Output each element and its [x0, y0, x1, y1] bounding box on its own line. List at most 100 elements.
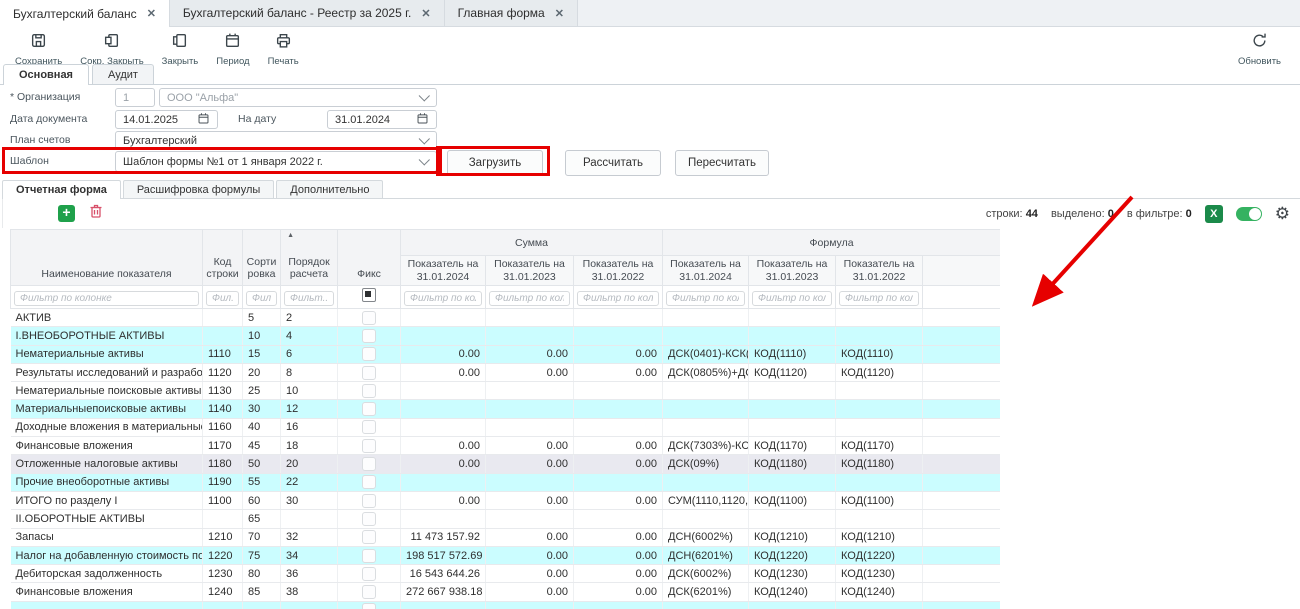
filter-input-code[interactable]	[206, 291, 239, 306]
cell-order: 18	[281, 437, 338, 455]
column-header-sum-2022[interactable]: Показатель на31.01.2022	[574, 256, 663, 286]
column-header-name[interactable]: Наименование показателя	[11, 230, 203, 286]
column-header-sum-2023[interactable]: Показатель на31.01.2023	[486, 256, 574, 286]
filter-input-sum-2022[interactable]	[577, 291, 659, 306]
filter-input-order[interactable]	[284, 291, 334, 306]
table-row[interactable]: Нематериальные активы 1110 15 6 0.00 0.0…	[11, 345, 1001, 363]
template-value: Шаблон формы №1 от 1 января 2022 г.	[123, 156, 323, 168]
row-fix-checkbox[interactable]	[362, 512, 376, 526]
calendar-icon[interactable]	[416, 112, 429, 128]
filter-input-formula-2023[interactable]	[752, 291, 832, 306]
column-header-code[interactable]: Код строки	[203, 230, 243, 286]
column-header-formula-2022[interactable]: Показатель на31.01.2022	[836, 256, 923, 286]
table-row[interactable]: Материальныепоисковые активы 1140 30 12	[11, 400, 1001, 418]
cell-sort: 60	[243, 491, 281, 509]
row-fix-checkbox[interactable]	[362, 494, 376, 508]
tab-formula-details[interactable]: Расшифровка формулы	[123, 180, 274, 198]
table-row[interactable]: Результаты исследований и разработок 112…	[11, 363, 1001, 381]
row-fix-checkbox[interactable]	[362, 329, 376, 343]
table-row[interactable]: II.ОБОРОТНЫЕ АКТИВЫ 65	[11, 510, 1001, 528]
chart-of-accounts-select[interactable]: Бухгалтерский	[115, 131, 437, 150]
add-row-button[interactable]: +	[58, 205, 75, 222]
table-row[interactable]	[11, 601, 1001, 609]
cell-sum-2023	[486, 601, 574, 609]
tab-close-icon[interactable]: ✕	[555, 7, 564, 20]
gear-icon[interactable]: ⚙	[1275, 205, 1290, 222]
filter-input-formula-2022[interactable]	[839, 291, 919, 306]
table-row[interactable]: АКТИВ 5 2	[11, 309, 1001, 327]
row-fix-checkbox[interactable]	[362, 475, 376, 489]
tab-additional[interactable]: Дополнительно	[276, 180, 383, 198]
row-fix-checkbox[interactable]	[362, 549, 376, 563]
cell-filler	[923, 400, 1000, 418]
table-row[interactable]: Отложенные налоговые активы 1180 50 20 0…	[11, 455, 1001, 473]
tab-audit[interactable]: Аудит	[92, 64, 154, 84]
table-row[interactable]: Финансовые вложения 1240 85 38 272 667 9…	[11, 583, 1001, 601]
cell-sort: 5	[243, 309, 281, 327]
column-header-fix[interactable]: Фикс	[338, 230, 401, 286]
cell-sum-2023: 0.00	[486, 345, 574, 363]
calendar-icon[interactable]	[197, 112, 210, 128]
save-icon	[30, 32, 47, 54]
cell-fix	[338, 418, 401, 436]
report-table-container: Наименование показателя Код строки Сорти…	[10, 229, 1000, 609]
cell-order: 20	[281, 455, 338, 473]
fix-select-all-checkbox[interactable]	[362, 288, 376, 302]
tab-close-icon[interactable]: ✕	[147, 7, 156, 20]
cell-order: 34	[281, 546, 338, 564]
table-row[interactable]: Налог на добавленную стоимость по пр... …	[11, 546, 1001, 564]
org-select[interactable]: ООО "Альфа"	[159, 88, 437, 107]
calculate-button[interactable]: Рассчитать	[565, 150, 661, 176]
column-header-sort[interactable]: Сорти ровка▲	[243, 230, 281, 286]
row-fix-checkbox[interactable]	[362, 311, 376, 325]
column-header-sum-2024[interactable]: Показатель на31.01.2024	[401, 256, 486, 286]
excel-export-button[interactable]: X	[1205, 205, 1223, 223]
window-tab-balance[interactable]: Бухгалтерский баланс ✕	[0, 0, 170, 27]
filter-input-sum-2023[interactable]	[489, 291, 570, 306]
template-select[interactable]: Шаблон формы №1 от 1 января 2022 г.	[115, 151, 437, 172]
row-fix-checkbox[interactable]	[362, 347, 376, 361]
tab-close-icon[interactable]: ✕	[421, 7, 430, 20]
tab-report-form[interactable]: Отчетная форма	[2, 180, 121, 199]
row-fix-checkbox[interactable]	[362, 366, 376, 380]
table-row[interactable]: I.ВНЕОБОРОТНЫЕ АКТИВЫ 10 4	[11, 327, 1001, 345]
load-button[interactable]: Загрузить	[447, 150, 543, 176]
cell-formula-2023: КОД(1120)	[749, 363, 836, 381]
delete-row-button[interactable]	[88, 203, 104, 224]
table-row[interactable]: Запасы 1210 70 32 11 473 157.92 0.00 0.0…	[11, 528, 1001, 546]
row-fix-checkbox[interactable]	[362, 530, 376, 544]
tab-main[interactable]: Основная	[3, 64, 89, 85]
table-row[interactable]: Дебиторская задолженность 1230 80 36 16 …	[11, 565, 1001, 583]
column-header-formula-2023[interactable]: Показатель на31.01.2023	[749, 256, 836, 286]
row-fix-checkbox[interactable]	[362, 567, 376, 581]
cell-order: 8	[281, 363, 338, 381]
table-row[interactable]: Нематериальные поисковые активы 1130 25 …	[11, 382, 1001, 400]
cell-formula-2024: ДСК(6201%)	[663, 583, 749, 601]
filter-input-sum-2024[interactable]	[404, 291, 482, 306]
row-fix-checkbox[interactable]	[362, 585, 376, 599]
cell-formula-2022	[836, 418, 923, 436]
filter-toggle[interactable]	[1236, 207, 1262, 221]
window-tab-main-form[interactable]: Главная форма ✕	[445, 0, 578, 26]
recalculate-button[interactable]: Пересчитать	[675, 150, 769, 176]
window-tab-registry[interactable]: Бухгалтерский баланс - Реестр за 2025 г.…	[170, 0, 445, 26]
on-date-field[interactable]: 31.01.2024	[327, 110, 437, 129]
column-header-formula-2024[interactable]: Показатель на31.01.2024	[663, 256, 749, 286]
filter-input-name[interactable]	[14, 291, 199, 306]
row-fix-checkbox[interactable]	[362, 384, 376, 398]
row-fix-checkbox[interactable]	[362, 402, 376, 416]
filter-input-formula-2024[interactable]	[666, 291, 745, 306]
doc-date-field[interactable]: 14.01.2025	[115, 110, 218, 129]
table-row[interactable]: ИТОГО по разделу I 1100 60 30 0.00 0.00 …	[11, 491, 1001, 509]
table-row[interactable]: Доходные вложения в материальные ц... 11…	[11, 418, 1001, 436]
row-fix-checkbox[interactable]	[362, 603, 376, 609]
row-fix-checkbox[interactable]	[362, 457, 376, 471]
table-row[interactable]: Прочие внеоборотные активы 1190 55 22	[11, 473, 1001, 491]
cell-name: Финансовые вложения	[11, 437, 203, 455]
cell-filler	[923, 565, 1000, 583]
cell-fix	[338, 473, 401, 491]
filter-input-sort[interactable]	[246, 291, 277, 306]
row-fix-checkbox[interactable]	[362, 420, 376, 434]
table-row[interactable]: Финансовые вложения 1170 45 18 0.00 0.00…	[11, 437, 1001, 455]
row-fix-checkbox[interactable]	[362, 439, 376, 453]
